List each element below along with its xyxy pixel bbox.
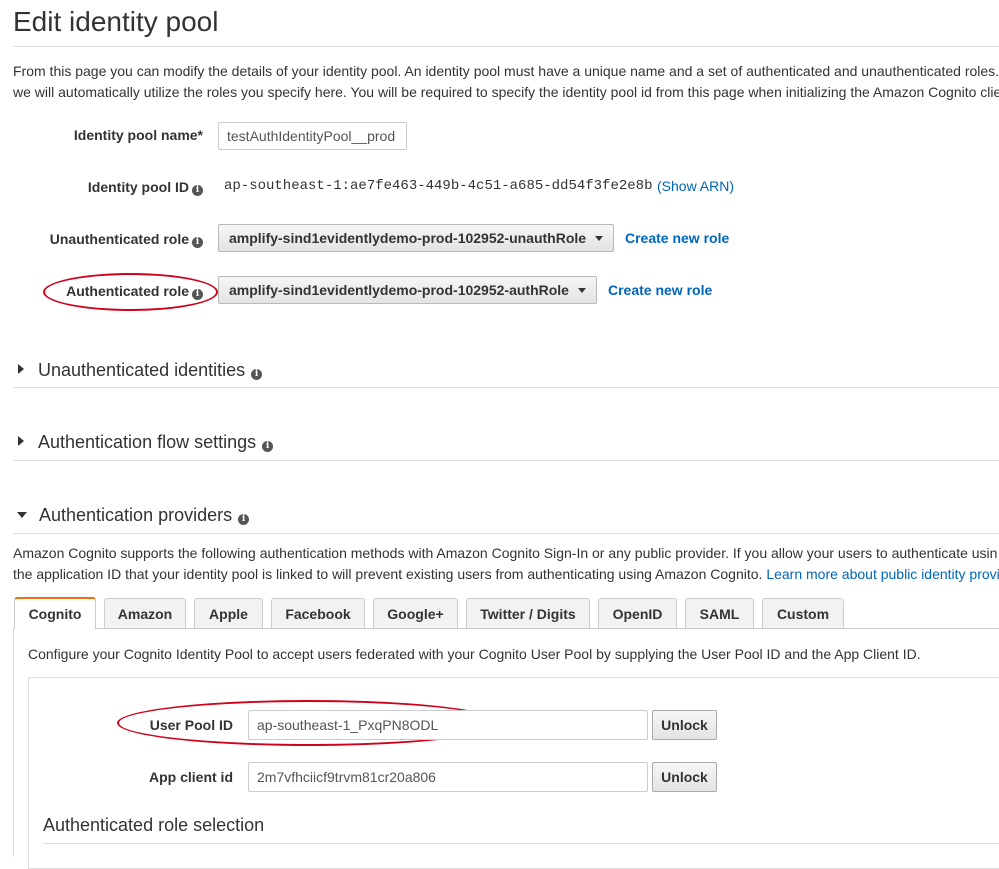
title-divider — [13, 46, 999, 47]
tab-strip-divider — [96, 628, 999, 629]
unauthenticated-role-select[interactable]: amplify-sind1evidentlydemo-prod-102952-u… — [218, 224, 614, 252]
info-icon[interactable]: i — [192, 185, 203, 196]
section-unauthenticated-identities[interactable]: Unauthenticated identities i — [18, 360, 263, 381]
caret-right-icon — [18, 436, 24, 446]
info-icon[interactable]: i — [238, 514, 250, 525]
tab-amazon[interactable]: Amazon — [104, 598, 186, 629]
page-description-line-2: we will automatically utilize the roles … — [13, 84, 999, 100]
tab-twitter-digits[interactable]: Twitter / Digits — [466, 598, 590, 629]
identity-pool-id-value: ap-southeast-1:ae7fe463-449b-4c51-a685-d… — [224, 178, 653, 194]
unlock-user-pool-id-button[interactable]: Unlock — [652, 710, 717, 740]
caret-right-icon — [18, 364, 24, 374]
learn-more-link[interactable]: Learn more about public identity provi — [766, 566, 999, 582]
tab-saml[interactable]: SAML — [685, 598, 754, 629]
info-icon[interactable]: i — [251, 369, 263, 380]
tab-cognito[interactable]: Cognito — [14, 597, 96, 629]
tab-panel-border — [13, 628, 14, 857]
identity-pool-id-label: Identity pool ID i — [13, 179, 203, 196]
tab-facebook[interactable]: Facebook — [271, 598, 365, 629]
show-arn-link[interactable]: (Show ARN) — [657, 178, 734, 194]
section-divider — [43, 843, 999, 844]
cognito-tab-description: Configure your Cognito Identity Pool to … — [28, 646, 921, 662]
app-client-id-label: App client id — [149, 769, 233, 785]
tab-openid[interactable]: OpenID — [598, 598, 677, 629]
create-new-auth-role-link[interactable]: Create new role — [608, 282, 712, 298]
identity-pool-name-input[interactable]: testAuthIdentityPool__prod — [218, 122, 407, 150]
section-authentication-flow-settings[interactable]: Authentication flow settings i — [18, 432, 274, 453]
user-pool-id-input[interactable]: ap-southeast-1_PxqPN8ODL — [248, 710, 648, 740]
app-client-id-input[interactable]: 2m7vfhciicf9trvm81cr20a806 — [248, 762, 648, 792]
section-divider — [13, 387, 999, 388]
chevron-down-icon — [595, 236, 604, 241]
caret-down-icon — [17, 512, 27, 518]
authenticated-role-select[interactable]: amplify-sind1evidentlydemo-prod-102952-a… — [218, 276, 597, 304]
unauthenticated-role-label: Unauthenticated role i — [13, 231, 203, 248]
section-authentication-providers[interactable]: Authentication providers i — [17, 505, 250, 526]
providers-description-line-2: the application ID that your identity po… — [13, 566, 999, 582]
page-title: Edit identity pool — [13, 6, 219, 37]
providers-description-line-1: Amazon Cognito supports the following au… — [13, 545, 998, 561]
tab-google-plus[interactable]: Google+ — [373, 598, 458, 629]
create-new-unauth-role-link[interactable]: Create new role — [625, 230, 729, 246]
page-description-line-1: From this page you can modify the detail… — [13, 63, 999, 79]
tab-custom[interactable]: Custom — [762, 598, 844, 629]
annotation-ellipse-auth-role — [43, 273, 218, 311]
section-divider — [13, 533, 999, 534]
identity-pool-name-label: Identity pool name* — [73, 127, 203, 143]
unlock-app-client-id-button[interactable]: Unlock — [652, 762, 717, 792]
info-icon[interactable]: i — [192, 237, 203, 248]
section-divider — [13, 460, 999, 461]
tab-apple[interactable]: Apple — [194, 598, 263, 629]
info-icon[interactable]: i — [262, 441, 274, 452]
authenticated-role-selection-heading: Authenticated role selection — [43, 815, 265, 835]
chevron-down-icon — [577, 288, 586, 293]
